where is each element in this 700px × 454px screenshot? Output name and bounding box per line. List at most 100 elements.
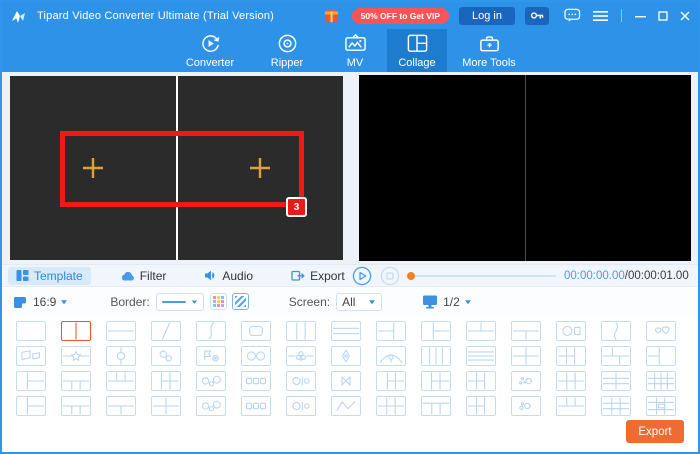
minimize-button[interactable]: [635, 11, 646, 21]
template-option-circle-square[interactable]: [556, 321, 586, 341]
seek-slider[interactable]: [408, 272, 556, 280]
template-option-g22r[interactable]: [466, 371, 496, 391]
template-option-l1r2w[interactable]: [16, 396, 46, 416]
template-option-dots2[interactable]: [511, 396, 541, 416]
template-option-l1g22[interactable]: [151, 371, 181, 391]
template-option-circle-lines[interactable]: [286, 396, 316, 416]
template-option-clover-line[interactable]: [286, 346, 316, 366]
tab-mv-label: MV: [347, 57, 364, 69]
play-button[interactable]: [352, 266, 372, 286]
template-option-h4[interactable]: [466, 346, 496, 366]
ratio-control[interactable]: 16:9: [12, 294, 68, 310]
monitor-icon: [422, 294, 438, 309]
template-option-complex1[interactable]: [646, 371, 676, 391]
template-option-g23t[interactable]: [421, 396, 451, 416]
template-option-badge[interactable]: [106, 346, 136, 366]
template-option-t2b1[interactable]: [466, 321, 496, 341]
template-option-pip[interactable]: [241, 321, 271, 341]
template-option-g32[interactable]: [601, 371, 631, 391]
screen-dropdown[interactable]: All: [336, 293, 382, 311]
template-option-skew[interactable]: [16, 346, 46, 366]
login-button[interactable]: Log in: [459, 7, 515, 25]
stop-button[interactable]: [380, 266, 400, 286]
border-pattern-button[interactable]: [232, 293, 249, 310]
template-option-l2r1w[interactable]: [646, 346, 676, 366]
template-option-g22r[interactable]: [466, 396, 496, 416]
template-option-t1b2[interactable]: [106, 396, 136, 416]
tab-mv[interactable]: MV: [323, 29, 387, 72]
template-option-circle-lines[interactable]: [286, 371, 316, 391]
template-option-t1b3[interactable]: [61, 371, 91, 391]
template-option-t1b2[interactable]: [511, 321, 541, 341]
seek-handle[interactable]: [407, 272, 415, 280]
menu-icon[interactable]: [593, 10, 608, 22]
template-option-hearts[interactable]: [646, 321, 676, 341]
screen-pager[interactable]: 1/2: [422, 294, 472, 309]
close-button[interactable]: [680, 11, 690, 21]
template-option-g23[interactable]: [376, 396, 406, 416]
template-option-v3[interactable]: [286, 321, 316, 341]
template-option-g22[interactable]: [151, 396, 181, 416]
template-option-ornament[interactable]: [331, 346, 361, 366]
template-option-star-line[interactable]: [61, 346, 91, 366]
preview-cell-1: [359, 75, 525, 261]
register-key-button[interactable]: [525, 7, 549, 25]
template-option-t3b1[interactable]: [556, 396, 586, 416]
tab-collage[interactable]: Collage: [387, 29, 447, 72]
template-option-g33[interactable]: [601, 396, 631, 416]
template-option-zigzag[interactable]: [331, 396, 361, 416]
template-option-v2[interactable]: [61, 321, 91, 341]
template-option-t1b3[interactable]: [61, 396, 91, 416]
tab-audio[interactable]: Audio: [196, 267, 261, 285]
template-option-l1r2w[interactable]: [16, 371, 46, 391]
gift-icon[interactable]: [323, 7, 340, 24]
time-display: 00:00:00.00/00:00:01.00: [564, 270, 689, 282]
window-title: Tipard Video Converter Ultimate (Trial V…: [37, 10, 274, 22]
converter-icon: [199, 32, 222, 55]
main-nav: Converter Ripper MV Collage: [2, 29, 698, 72]
border-color-button[interactable]: [210, 293, 227, 310]
template-option-h2[interactable]: [106, 321, 136, 341]
template-option-bowtie[interactable]: [331, 371, 361, 391]
tab-more-tools[interactable]: More Tools: [447, 29, 531, 72]
export-button[interactable]: Export: [626, 420, 684, 443]
template-option-complex2[interactable]: [646, 396, 676, 416]
template-option-l1r2[interactable]: [421, 321, 451, 341]
template-option-t3b1[interactable]: [106, 371, 136, 391]
border-style-dropdown[interactable]: [156, 293, 204, 311]
template-option-s-curve[interactable]: [601, 321, 631, 341]
template-option-g23[interactable]: [556, 371, 586, 391]
template-option-three-circles[interactable]: [196, 371, 226, 391]
template-option-diag[interactable]: [151, 321, 181, 341]
template-option-g22o[interactable]: [601, 346, 631, 366]
template-option-g22[interactable]: [511, 346, 541, 366]
template-option-three-circles[interactable]: [196, 396, 226, 416]
tab-filter[interactable]: Filter: [113, 267, 175, 285]
tab-ripper[interactable]: Ripper: [251, 29, 323, 72]
ratio-value: 16:9: [33, 295, 56, 309]
template-option-h3[interactable]: [331, 321, 361, 341]
template-option-two-circles-s[interactable]: [151, 346, 181, 366]
maximize-button[interactable]: [658, 11, 668, 21]
template-option-v4[interactable]: [421, 346, 451, 366]
template-option-flag-gear[interactable]: [196, 346, 226, 366]
template-option-g22r[interactable]: [556, 346, 586, 366]
template-option-three-squares[interactable]: [241, 371, 271, 391]
template-option-dots[interactable]: [511, 371, 541, 391]
tab-export-label: Export: [310, 269, 345, 283]
more-tools-icon: [478, 32, 501, 55]
template-option-two-circles[interactable]: [241, 346, 271, 366]
template-option-l2r1[interactable]: [376, 321, 406, 341]
tab-export[interactable]: Export: [283, 267, 353, 285]
template-option-g22l[interactable]: [376, 371, 406, 391]
tab-template[interactable]: Template: [8, 267, 91, 285]
template-option-curve[interactable]: [196, 321, 226, 341]
template-option-arch[interactable]: [376, 346, 406, 366]
workspace: 3: [2, 72, 698, 264]
tab-converter[interactable]: Converter: [169, 29, 251, 72]
feedback-chat-icon[interactable]: [564, 8, 581, 23]
template-option-single[interactable]: [16, 321, 46, 341]
template-option-l1g22[interactable]: [421, 371, 451, 391]
template-option-three-squares[interactable]: [241, 396, 271, 416]
promo-badge[interactable]: 50% OFF to Get VIP: [352, 8, 449, 24]
